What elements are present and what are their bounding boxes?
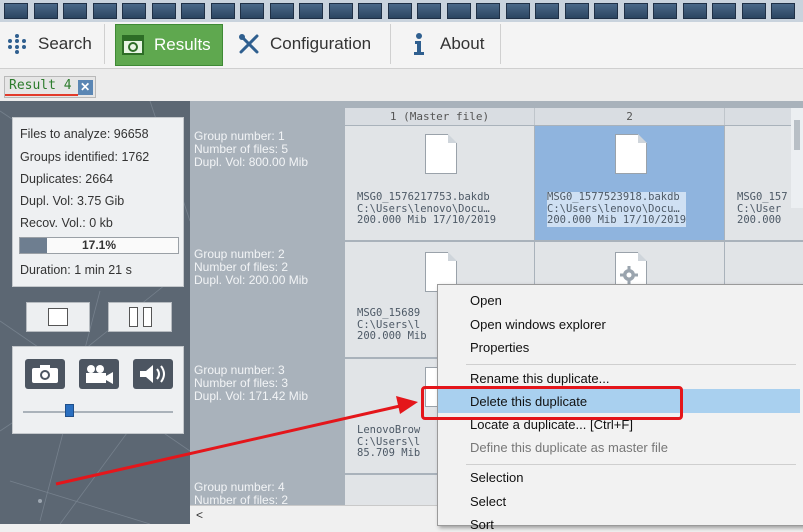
result-tab-bar: Result 4 ✕: [0, 69, 803, 102]
progress-bar: 17.1%: [19, 237, 179, 254]
thumbnail-tile: [505, 3, 530, 19]
volume-slider-thumb[interactable]: [65, 404, 74, 417]
menu-item-open-explorer[interactable]: Open windows explorer: [470, 317, 606, 332]
search-button-label: Search: [38, 34, 92, 53]
thumbnail-tile: [771, 3, 795, 19]
wrench-screwdriver-icon: [236, 31, 262, 57]
thumbnail-tile: [4, 3, 28, 19]
thumbnail-tile: [63, 3, 87, 19]
thumbnail-tile: [358, 3, 382, 19]
configuration-button-label: Configuration: [270, 34, 372, 53]
info-icon: [406, 31, 432, 57]
video-button[interactable]: [79, 359, 119, 389]
dots-grid-icon: [4, 31, 30, 57]
horizontal-scrollbar[interactable]: <: [190, 505, 438, 524]
vertical-scrollbar[interactable]: [791, 108, 803, 208]
thumbnail-tile: [741, 3, 766, 19]
main-toolbar: Search Results Configuration About: [0, 22, 803, 69]
snapshot-button[interactable]: [25, 359, 65, 389]
sound-button[interactable]: [133, 359, 173, 389]
results-button-label: Results: [154, 35, 211, 54]
file-info: LenovoBrow C:\Users\l 85.709 Mib: [357, 424, 421, 459]
thumbnail-tile: [446, 3, 471, 19]
configuration-button[interactable]: Configuration: [232, 24, 391, 64]
file-info: MSG0_157 C:\User 200.000: [737, 191, 788, 226]
thumbnail-tile: [476, 3, 500, 19]
menu-item-properties[interactable]: Properties: [470, 340, 529, 355]
pause-icon: [128, 307, 152, 327]
duration: Duration: 1 min 21 s: [20, 263, 132, 277]
duplicate-volume: Dupl. Vol: 800.00 Mib: [194, 155, 309, 169]
groups-identified: Groups identified: 1762: [20, 150, 150, 164]
file-cell[interactable]: MSG0_1576217753.bakdb C:\Users\lenovo\Doc…: [345, 126, 534, 240]
thumbnail-tile: [269, 3, 294, 19]
tab-result-label: Result 4: [5, 78, 78, 96]
thumbnail-tile: [564, 3, 589, 19]
pause-button[interactable]: [108, 302, 172, 332]
recovered-volume: Recov. Vol.: 0 kb: [20, 216, 113, 230]
thumbnail-tile: [92, 3, 117, 19]
group-info-4: Group number: 4 Number of files: 2: [194, 481, 342, 507]
file-info: MSG0_1576217753.bakdb C:\Users\lenovo\Doc…: [357, 191, 497, 226]
duplicate-volume: Dupl. Vol: 200.00 Mib: [194, 273, 309, 287]
thumbnail-tile: [535, 3, 559, 19]
menu-separator: [466, 364, 796, 365]
scroll-left-icon[interactable]: <: [196, 508, 203, 522]
thumbnail-tile: [387, 3, 412, 19]
thumbnail-tile: [122, 3, 146, 19]
progress-label: 17.1%: [81, 238, 117, 252]
menu-item-rename[interactable]: Rename this duplicate...: [470, 371, 609, 386]
annotation-highlight-box: [421, 386, 683, 420]
volume-slider-track[interactable]: [23, 411, 173, 413]
camera-icon: [32, 365, 58, 383]
thumbnail-tile: [417, 3, 441, 19]
duplicates-count: Duplicates: 2664: [20, 172, 114, 186]
group-info-1: Group number: 1 Number of files: 5 Dupl.…: [194, 130, 342, 169]
stop-button[interactable]: [26, 302, 90, 332]
speaker-icon: [140, 365, 165, 383]
thumbnail-tile: [181, 3, 205, 19]
menu-item-select[interactable]: Select: [470, 494, 506, 509]
results-button[interactable]: Results: [115, 24, 223, 66]
file-info: MSG0_1577523918.bakdb C:\Users\lenovo\Doc…: [547, 191, 687, 227]
group-info-2: Group number: 2 Number of files: 2 Dupl.…: [194, 248, 342, 287]
file-icon: [425, 134, 457, 174]
tab-result-4[interactable]: Result 4 ✕: [4, 76, 96, 98]
file-info: MSG0_15689 C:\Users\l 200.000 Mib: [357, 307, 427, 342]
thumbnail-tile: [240, 3, 264, 19]
media-controls-box: [12, 346, 184, 434]
thumbnail-tile: [682, 3, 707, 19]
top-thumbnail-strip: [0, 0, 803, 23]
stop-icon: [48, 308, 68, 326]
column-header-2: 2: [535, 108, 725, 125]
column-header-master: 1 (Master file): [345, 108, 535, 125]
thumbnail-tile: [594, 3, 618, 19]
menu-item-define-master: Define this duplicate as master file: [470, 440, 668, 455]
thumbnail-tile: [299, 3, 323, 19]
duplicate-volume: Dupl. Vol: 3.75 Gib: [20, 194, 125, 208]
duplicate-volume: Dupl. Vol: 171.42 Mib: [194, 389, 309, 403]
results-window-icon: [120, 32, 146, 58]
thumbnail-tile: [328, 3, 353, 19]
close-icon[interactable]: ✕: [77, 79, 93, 95]
about-button-label: About: [440, 34, 485, 53]
file-icon: [615, 134, 647, 174]
search-button[interactable]: Search: [0, 24, 105, 64]
thumbnail-tile: [653, 3, 677, 19]
video-camera-icon: [86, 365, 113, 384]
thumbnail-tile: [210, 3, 235, 19]
thumbnail-tile: [623, 3, 648, 19]
thumbnail-tile: [33, 3, 58, 19]
menu-item-open[interactable]: Open: [470, 293, 502, 308]
menu-item-sort[interactable]: Sort: [470, 517, 494, 532]
about-button[interactable]: About: [402, 24, 501, 64]
menu-item-selection[interactable]: Selection: [470, 470, 523, 485]
statistics-box: Files to analyze: 96658 Groups identifie…: [12, 117, 184, 287]
thumbnail-tile: [151, 3, 176, 19]
file-cell-selected[interactable]: MSG0_1577523918.bakdb C:\Users\lenovo\Doc…: [535, 126, 724, 240]
thumbnail-tile: [712, 3, 736, 19]
group-info-3: Group number: 3 Number of files: 3 Dupl.…: [194, 364, 342, 403]
files-to-analyze: Files to analyze: 96658: [20, 127, 149, 141]
menu-separator: [466, 464, 796, 465]
